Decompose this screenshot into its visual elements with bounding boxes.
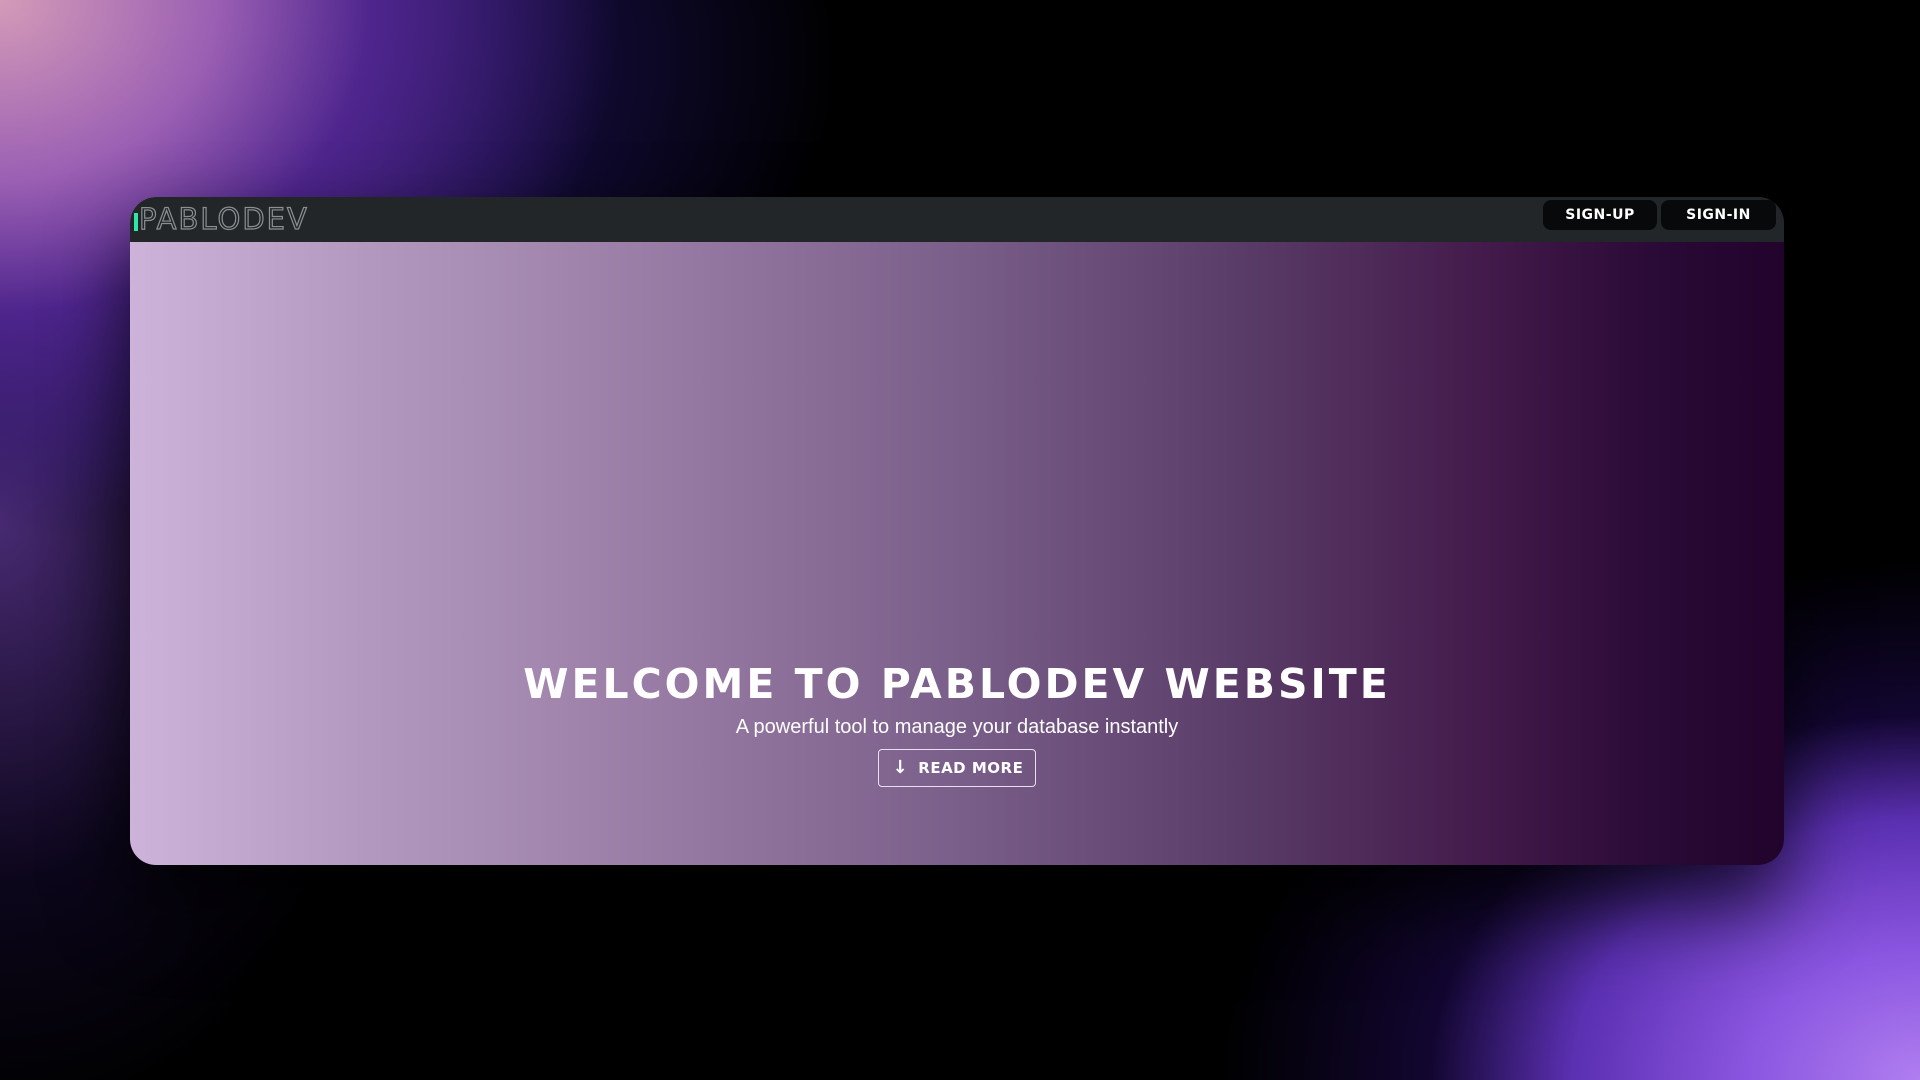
logo-text: PABLODEV	[138, 201, 309, 236]
logo[interactable]: PABLODEV	[130, 197, 309, 242]
signin-button[interactable]: SIGN-IN	[1661, 200, 1776, 230]
hero-card: PABLODEV SIGN-UP SIGN-IN WELCOME TO PABL…	[130, 197, 1784, 865]
hero-title: WELCOME TO PABLODEV WEBSITE	[523, 660, 1391, 708]
read-more-label: READ MORE	[918, 759, 1024, 777]
arrow-down-icon: ↓	[892, 757, 909, 778]
signup-button[interactable]: SIGN-UP	[1543, 200, 1657, 230]
logo-accent-bar	[134, 212, 138, 231]
hero-section: WELCOME TO PABLODEV WEBSITE A powerful t…	[130, 659, 1784, 787]
auth-buttons: SIGN-UP SIGN-IN	[1543, 200, 1776, 230]
hero-subtitle: A powerful tool to manage your database …	[735, 716, 1179, 738]
read-more-button[interactable]: ↓ READ MORE	[877, 749, 1037, 787]
navbar: PABLODEV SIGN-UP SIGN-IN	[130, 197, 1784, 242]
